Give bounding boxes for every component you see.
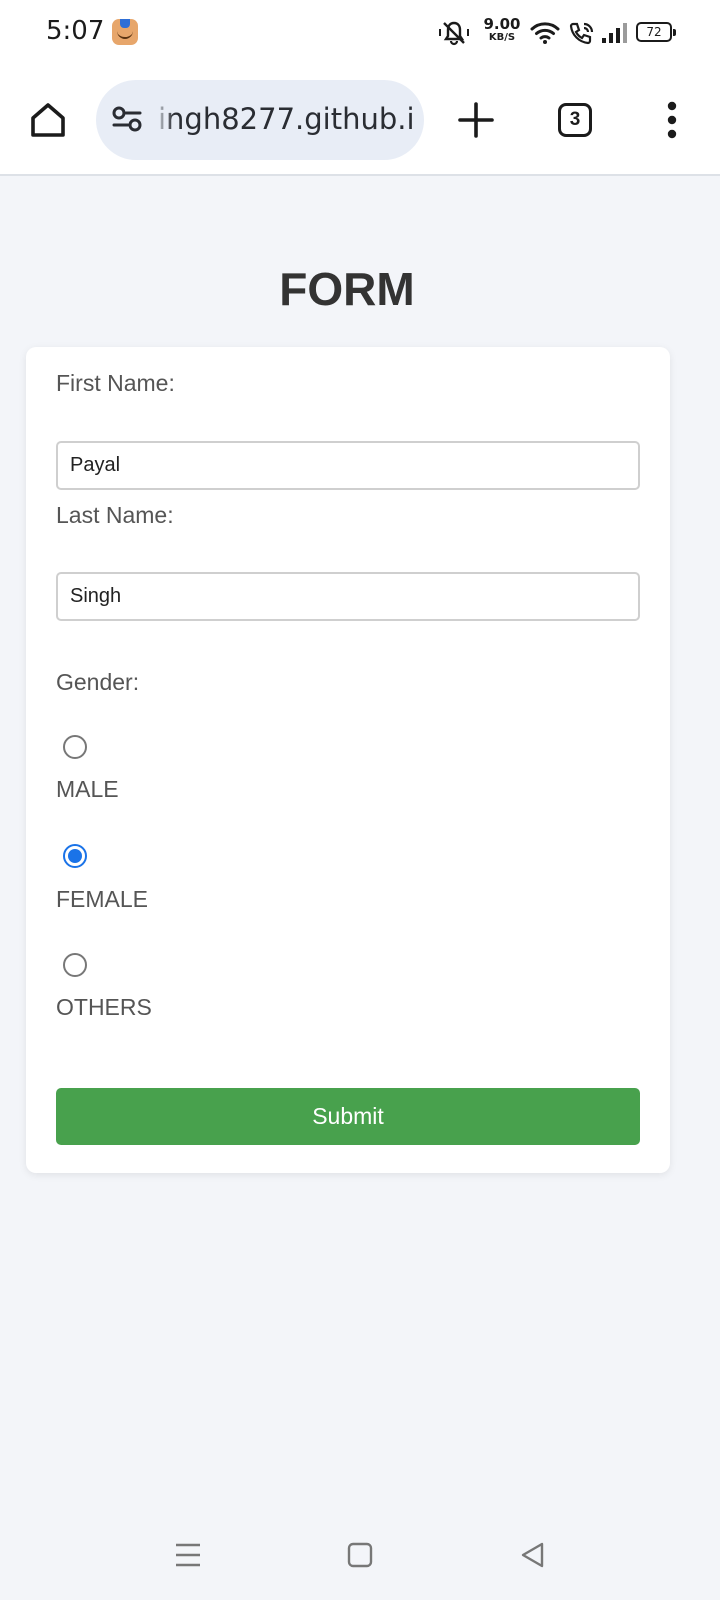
gender-label: Gender:: [56, 669, 140, 695]
form-card: First Name: Last Name: Gender: MALE FEMA…: [26, 347, 670, 1173]
amazon-app-icon: [112, 19, 138, 45]
site-settings-icon[interactable]: [110, 104, 144, 134]
last-name-input[interactable]: [56, 572, 640, 621]
tab-switcher-icon: 3: [558, 103, 592, 137]
url-text[interactable]: ingh8277.github.i: [158, 102, 414, 138]
new-tab-icon: [458, 102, 494, 138]
status-time: 5:07: [46, 16, 105, 46]
home-nav-icon: [347, 1542, 373, 1568]
new-tab-button[interactable]: [444, 88, 508, 152]
browser-toolbar: ingh8277.github.i 3: [0, 66, 720, 176]
home-icon: [31, 103, 65, 137]
last-name-label: Last Name:: [56, 502, 174, 528]
first-name-label: First Name:: [56, 370, 175, 396]
network-speed: 9.00 KB/S: [483, 15, 521, 43]
home-button[interactable]: [16, 88, 80, 152]
system-nav-bar: [0, 1520, 720, 1600]
gender-radio-female[interactable]: [63, 844, 87, 868]
battery-icon: 72: [636, 22, 676, 42]
signal-icon: [602, 23, 627, 43]
wifi-icon: [530, 22, 560, 44]
silent-mode-icon: [439, 21, 469, 46]
more-menu-button[interactable]: [640, 88, 704, 152]
gender-option-female-label: FEMALE: [56, 886, 149, 912]
address-bar[interactable]: ingh8277.github.i: [96, 80, 424, 160]
recents-icon: [176, 1543, 200, 1567]
gender-radio-others[interactable]: [63, 953, 87, 977]
first-name-input[interactable]: [56, 441, 640, 490]
back-icon: [521, 1542, 544, 1568]
tab-switcher-button[interactable]: 3: [543, 88, 607, 152]
gender-radio-male[interactable]: [63, 735, 87, 759]
wifi-calling-icon: [569, 22, 594, 45]
gender-option-others-label: OTHERS: [56, 994, 152, 1020]
page-title: FORM: [279, 263, 415, 315]
status-bar: 5:07 9.00 KB/S 72: [0, 0, 720, 66]
home-nav-button[interactable]: [330, 1520, 390, 1590]
recents-button[interactable]: [158, 1520, 218, 1590]
gender-option-male-label: MALE: [56, 776, 119, 802]
submit-button[interactable]: Submit: [56, 1088, 640, 1145]
more-menu-icon: [667, 101, 677, 139]
back-button[interactable]: [502, 1520, 562, 1590]
